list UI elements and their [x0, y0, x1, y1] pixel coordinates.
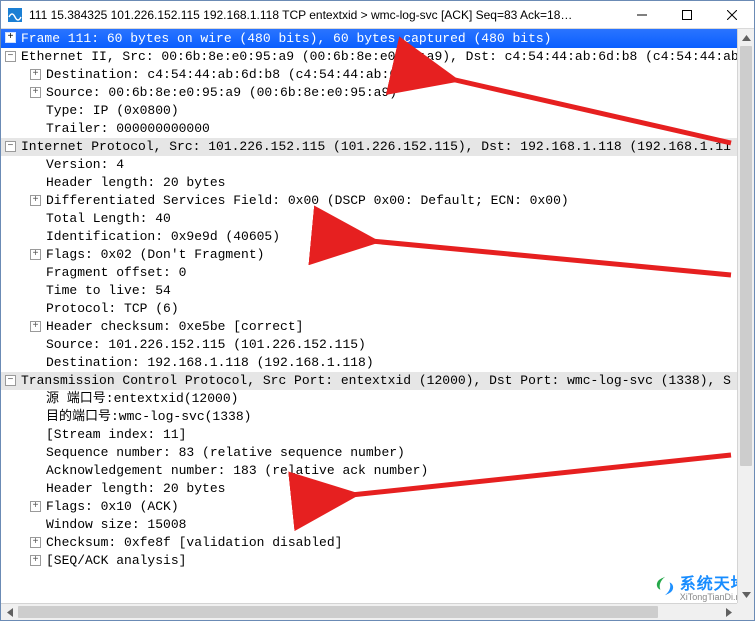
ethernet-summary: Ethernet II, Src: 00:6b:8e:e0:95:a9 (00:… [21, 49, 739, 64]
tcp-summary: Transmission Control Protocol, Src Port:… [21, 373, 731, 388]
ip-hlen-row[interactable]: Header length: 20 bytes [1, 174, 754, 192]
collapse-icon[interactable]: − [5, 141, 16, 152]
packet-details-tree: − Ethernet II, Src: 00:6b:8e:e0:95:a9 (0… [1, 48, 754, 590]
tcp-seqack: [SEQ/ACK analysis] [46, 553, 186, 568]
tcp-stream: [Stream index: 11] [46, 427, 186, 442]
ip-src-row[interactable]: Source: 101.226.152.115 (101.226.152.115… [1, 336, 754, 354]
frame-summary-text: Frame 111: 60 bytes on wire (480 bits), … [21, 31, 552, 46]
tcp-srcport-row[interactable]: 源 端口号:entextxid(12000) [1, 390, 754, 408]
expand-icon[interactable]: + [30, 195, 41, 206]
tcp-win: Window size: 15008 [46, 517, 186, 532]
ip-version-row[interactable]: Version: 4 [1, 156, 754, 174]
tcp-ack: Acknowledgement number: 183 (relative ac… [46, 463, 428, 478]
scroll-up-button[interactable] [738, 29, 754, 46]
ip-frag-row[interactable]: Fragment offset: 0 [1, 264, 754, 282]
ip-frag: Fragment offset: 0 [46, 265, 186, 280]
empty-row [1, 570, 754, 588]
ip-version: Version: 4 [46, 157, 124, 172]
eth-type-row[interactable]: Type: IP (0x0800) [1, 102, 754, 120]
tcp-seq: Sequence number: 83 (relative sequence n… [46, 445, 405, 460]
minimize-button[interactable] [619, 1, 664, 29]
ip-tlen: Total Length: 40 [46, 211, 171, 226]
horizontal-scroll-thumb[interactable] [18, 606, 658, 618]
scroll-left-button[interactable] [1, 604, 18, 621]
expand-icon[interactable]: + [30, 69, 41, 80]
ip-proto-row[interactable]: Protocol: TCP (6) [1, 300, 754, 318]
ip-tlen-row[interactable]: Total Length: 40 [1, 210, 754, 228]
expand-icon[interactable]: + [30, 249, 41, 260]
maximize-button[interactable] [664, 1, 709, 29]
watermark-logo-icon [654, 575, 676, 597]
frame-summary-row[interactable]: + Frame 111: 60 bytes on wire (480 bits)… [1, 29, 754, 48]
expand-icon[interactable]: + [30, 321, 41, 332]
scrollbar-corner [737, 603, 754, 620]
watermark: 系统天地 XiTongTianDi.net [654, 570, 748, 602]
ip-dst-row[interactable]: Destination: 192.168.1.118 (192.168.1.11… [1, 354, 754, 372]
ip-proto: Protocol: TCP (6) [46, 301, 179, 316]
horizontal-scrollbar[interactable] [1, 603, 737, 620]
tcp-flags-row[interactable]: + Flags: 0x10 (ACK) [1, 498, 754, 516]
ip-ttl-row[interactable]: Time to live: 54 [1, 282, 754, 300]
vertical-scroll-thumb[interactable] [740, 46, 752, 466]
tcp-dstport: 目的端口号:wmc-log-svc(1338) [46, 409, 251, 424]
ip-summary: Internet Protocol, Src: 101.226.152.115 … [21, 139, 731, 154]
eth-type: Type: IP (0x0800) [46, 103, 179, 118]
ip-ttl: Time to live: 54 [46, 283, 171, 298]
ip-id-row[interactable]: Identification: 0x9e9d (40605) [1, 228, 754, 246]
expand-icon[interactable]: + [30, 501, 41, 512]
tcp-cksum: Checksum: 0xfe8f [validation disabled] [46, 535, 342, 550]
tcp-srcport: 源 端口号:entextxid(12000) [46, 391, 238, 406]
window-title: 111 15.384325 101.226.152.115 192.168.1.… [23, 8, 619, 22]
tcp-hlen-row[interactable]: Header length: 20 bytes [1, 480, 754, 498]
expand-icon[interactable]: + [30, 537, 41, 548]
scroll-right-button[interactable] [720, 604, 737, 621]
titlebar: 111 15.384325 101.226.152.115 192.168.1.… [1, 1, 754, 29]
tcp-dstport-row[interactable]: 目的端口号:wmc-log-svc(1338) [1, 408, 754, 426]
ip-id: Identification: 0x9e9d (40605) [46, 229, 280, 244]
tcp-seqack-row[interactable]: + [SEQ/ACK analysis] [1, 552, 754, 570]
eth-source-row[interactable]: + Source: 00:6b:8e:e0:95:a9 (00:6b:8e:e0… [1, 84, 754, 102]
ip-srcaddr: Source: 101.226.152.115 (101.226.152.115… [46, 337, 366, 352]
tcp-seq-row[interactable]: Sequence number: 83 (relative sequence n… [1, 444, 754, 462]
ip-dsf: Differentiated Services Field: 0x00 (DSC… [46, 193, 569, 208]
expand-icon[interactable]: + [5, 32, 16, 43]
vertical-scrollbar[interactable] [737, 29, 754, 603]
tcp-stream-row[interactable]: [Stream index: 11] [1, 426, 754, 444]
eth-destination-row[interactable]: + Destination: c4:54:44:ab:6d:b8 (c4:54:… [1, 66, 754, 84]
close-button[interactable] [709, 1, 754, 29]
eth-source: Source: 00:6b:8e:e0:95:a9 (00:6b:8e:e0:9… [46, 85, 397, 100]
eth-trailer-row[interactable]: Trailer: 000000000000 [1, 120, 754, 138]
eth-destination: Destination: c4:54:44:ab:6d:b8 (c4:54:44… [46, 67, 436, 82]
ethernet-row[interactable]: − Ethernet II, Src: 00:6b:8e:e0:95:a9 (0… [1, 48, 754, 66]
ip-hlen: Header length: 20 bytes [46, 175, 225, 190]
ip-dsf-row[interactable]: + Differentiated Services Field: 0x00 (D… [1, 192, 754, 210]
tcp-cksum-row[interactable]: + Checksum: 0xfe8f [validation disabled] [1, 534, 754, 552]
ip-flags-row[interactable]: + Flags: 0x02 (Don't Fragment) [1, 246, 754, 264]
tcp-hlen: Header length: 20 bytes [46, 481, 225, 496]
tcp-flags: Flags: 0x10 (ACK) [46, 499, 179, 514]
collapse-icon[interactable]: − [5, 375, 16, 386]
ip-dstaddr: Destination: 192.168.1.118 (192.168.1.11… [46, 355, 374, 370]
expand-icon[interactable]: + [30, 87, 41, 98]
collapse-icon[interactable]: − [5, 51, 16, 62]
tcp-ack-row[interactable]: Acknowledgement number: 183 (relative ac… [1, 462, 754, 480]
tcp-win-row[interactable]: Window size: 15008 [1, 516, 754, 534]
ip-hcksum-row[interactable]: + Header checksum: 0xe5be [correct] [1, 318, 754, 336]
ip-flags: Flags: 0x02 (Don't Fragment) [46, 247, 264, 262]
ip-row[interactable]: − Internet Protocol, Src: 101.226.152.11… [1, 138, 754, 156]
ip-hcksum: Header checksum: 0xe5be [correct] [46, 319, 303, 334]
scroll-down-button[interactable] [738, 586, 754, 603]
eth-trailer: Trailer: 000000000000 [46, 121, 210, 136]
expand-icon[interactable]: + [30, 555, 41, 566]
wireshark-icon [7, 7, 23, 23]
tcp-row[interactable]: − Transmission Control Protocol, Src Por… [1, 372, 754, 390]
